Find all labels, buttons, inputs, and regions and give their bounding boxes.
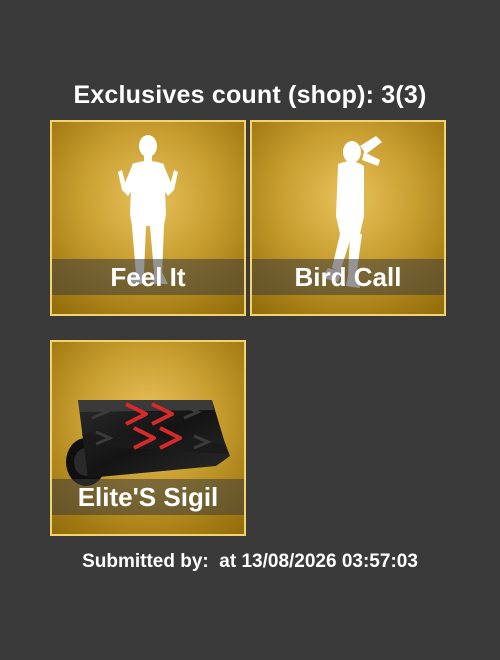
item-tile-elites-sigil[interactable]: Elite'S Sigil xyxy=(50,340,246,536)
item-name: Bird Call xyxy=(252,259,444,295)
item-name: Feel It xyxy=(52,259,244,295)
item-tile-bird-call[interactable]: Bird Call xyxy=(250,120,446,316)
item-tile-feel-it[interactable]: Feel It xyxy=(50,120,246,316)
submitted-info: Submitted by: at 13/08/2026 03:57:03 xyxy=(82,551,418,572)
page-title: Exclusives count (shop): 3(3) xyxy=(73,81,427,109)
item-name: Elite'S Sigil xyxy=(52,479,244,515)
